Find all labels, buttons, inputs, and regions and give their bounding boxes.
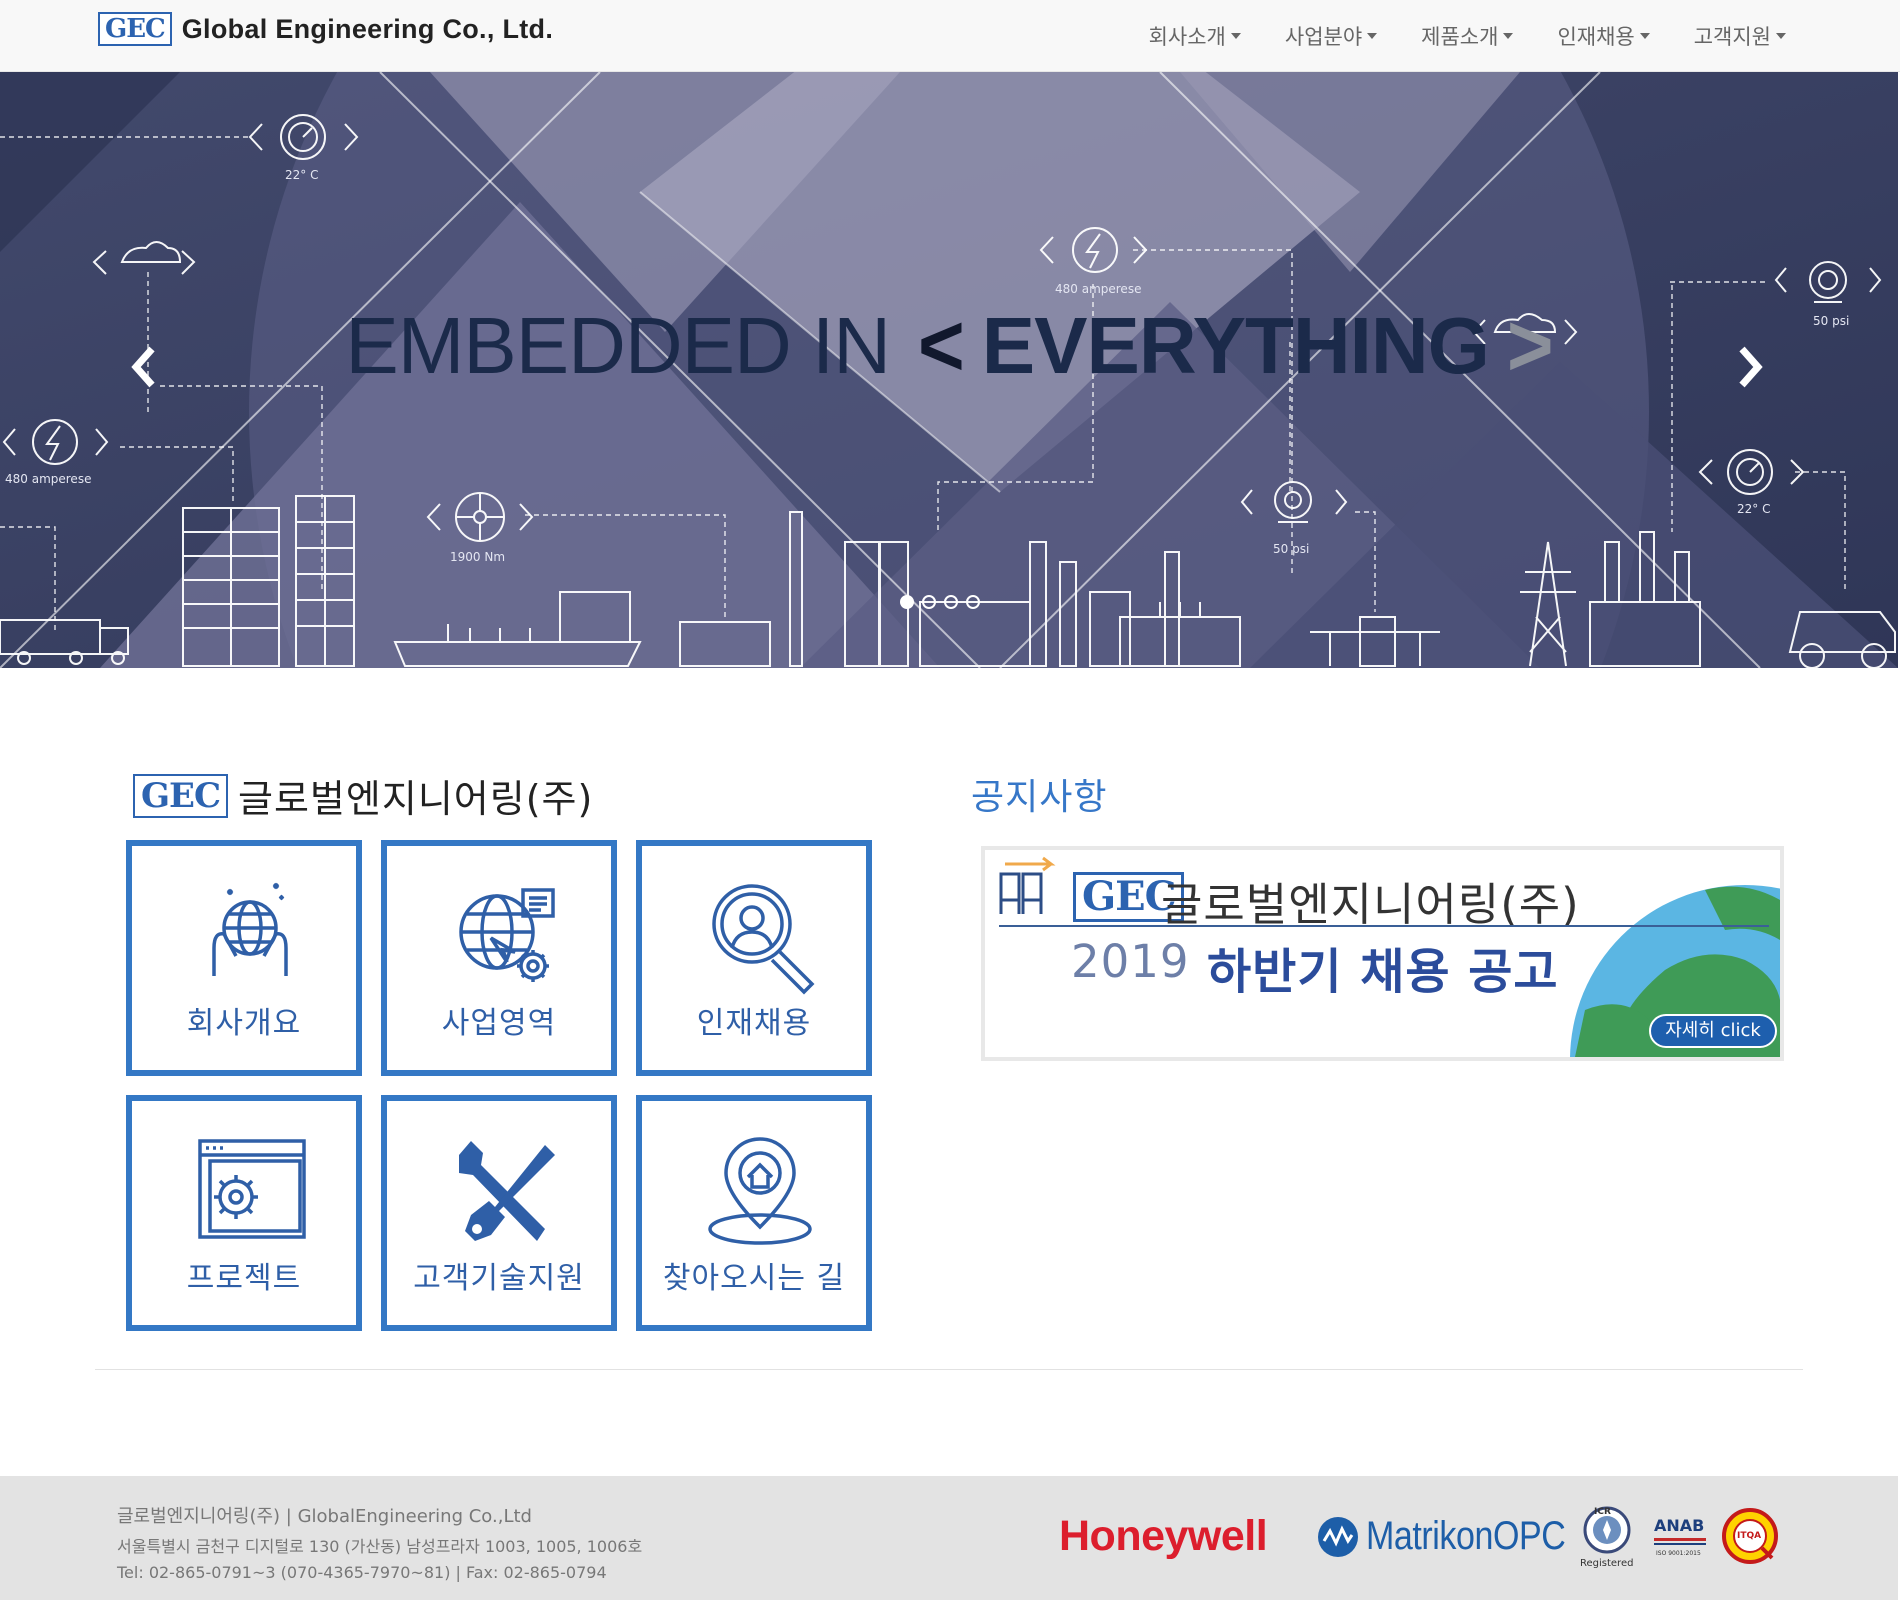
footer: 글로벌엔지니어링(주) | GlobalEngineering Co.,Ltd … xyxy=(0,1476,1898,1600)
carousel-indicator[interactable] xyxy=(944,595,958,609)
matrikon-logo[interactable]: MatrikonOPC xyxy=(1318,1514,1601,1559)
tile-tech-support[interactable]: 고객기술지원 xyxy=(381,1095,617,1331)
tile-careers-label: 인재채용 xyxy=(696,1006,812,1041)
hero-chevron-right-icon: > xyxy=(1506,296,1554,395)
hero-label-temp-right: 22° C xyxy=(1737,502,1771,516)
chevron-left-icon xyxy=(131,346,155,388)
anab-cert-badge: ANAB ISO 9001:2015 xyxy=(1652,1516,1708,1566)
caret-down-icon xyxy=(1503,33,1514,39)
tile-careers[interactable]: 인재채용 xyxy=(636,840,872,1076)
matrikon-text: MatrikonOPC xyxy=(1366,1514,1566,1558)
carousel-indicator[interactable] xyxy=(966,595,980,609)
icr-cert-badge: ICR Registered xyxy=(1580,1506,1634,1570)
caret-down-icon xyxy=(1639,33,1650,39)
icr-cert-label: Registered xyxy=(1580,1558,1634,1569)
hero-chevron-left-icon: < xyxy=(918,296,965,395)
hero-label-temp-top: 22° C xyxy=(285,168,319,182)
hero-label-amp-mid: 480 amperese xyxy=(1055,282,1142,296)
person-search-icon xyxy=(712,884,815,995)
menu-business-label: 사업분야 xyxy=(1284,25,1363,49)
project-gear-icon xyxy=(198,1139,306,1239)
banner-year: 2019 xyxy=(1071,935,1190,988)
caret-down-icon xyxy=(1776,33,1786,39)
company-heading: GEC 글로벌엔지니어링(주) xyxy=(133,768,593,823)
hero-headline-part1: EMBEDDED IN xyxy=(345,301,891,390)
tools-icon xyxy=(459,1141,555,1241)
hero-label-torque: 1900 Nm xyxy=(450,550,506,564)
honeywell-logo[interactable]: Honeywell xyxy=(1059,1512,1268,1561)
caret-down-icon xyxy=(1230,33,1241,39)
menu-company-label: 회사소개 xyxy=(1148,25,1226,49)
banner-details-button[interactable]: 자세히 click xyxy=(1649,1014,1777,1048)
menu-careers[interactable]: 인재채용 xyxy=(1535,0,1671,72)
tile-business-area[interactable]: 사업영역 xyxy=(381,840,617,1076)
matrikon-wave-icon xyxy=(1318,1516,1358,1557)
gec-logo: GEC xyxy=(98,12,172,46)
tile-company-overview[interactable]: 회사개요 xyxy=(126,840,362,1076)
recruitment-banner[interactable]: GEC 글로벌엔지니어링(주) 2019 하반기 채용 공고 자세히 click xyxy=(981,846,1784,1061)
location-pin-icon xyxy=(708,1137,812,1245)
icr-cert-top: ICR xyxy=(1594,1507,1611,1517)
hero-headline-part2: EVERYTHING xyxy=(981,301,1490,390)
menu-products[interactable]: 제품소개 xyxy=(1399,0,1535,72)
hero-label-pressure-mid: 50 psi xyxy=(1273,542,1310,556)
tile-projects[interactable]: 프로젝트 xyxy=(126,1095,362,1331)
menu-support-label: 고객지원 xyxy=(1693,25,1771,49)
menu-company[interactable]: 회사소개 xyxy=(1127,0,1263,72)
menu-support[interactable]: 고객지원 xyxy=(1672,0,1808,72)
tile-projects-label: 프로젝트 xyxy=(186,1261,302,1296)
brand-home-link[interactable]: GEC Global Engineering Co., Ltd. xyxy=(98,12,553,46)
globe-gear-icon xyxy=(459,888,555,982)
itqa-cert-top: ITQA xyxy=(1737,1531,1762,1541)
tile-directions-label: 찾아오시는 길 xyxy=(662,1261,846,1296)
anab-stripe-icon xyxy=(1654,1538,1706,1545)
globe-hands-icon xyxy=(212,882,288,976)
footer-company-name: 글로벌엔지니어링(주) | GlobalEngineering Co.,Ltd xyxy=(117,1506,532,1527)
caret-down-icon xyxy=(1367,33,1378,39)
carousel-indicator[interactable] xyxy=(900,595,914,609)
banner-divider xyxy=(999,925,1769,927)
hero-label-amp-left: 480 amperese xyxy=(5,472,92,486)
anab-cert-bottom: ISO 9001:2015 xyxy=(1656,1550,1701,1557)
hero-label-pressure-right: 50 psi xyxy=(1813,314,1850,328)
itqa-cert-badge: ITQA xyxy=(1722,1508,1778,1564)
menu-business[interactable]: 사업분야 xyxy=(1263,0,1399,72)
footer-contact: Tel: 02-865-0791~3 (070-4365-7970~81) | … xyxy=(117,1563,607,1582)
anab-cert-top: ANAB xyxy=(1654,1516,1705,1535)
carousel-indicator[interactable] xyxy=(922,595,936,609)
tile-company-overview-label: 회사개요 xyxy=(186,1006,302,1041)
hero-headline: EMBEDDED IN < EVERYTHING > xyxy=(0,297,1898,395)
menu-careers-label: 인재채용 xyxy=(1557,25,1635,49)
tile-directions[interactable]: 찾아오시는 길 xyxy=(636,1095,872,1331)
hero-carousel: EMBEDDED IN < EVERYTHING > 22° C 480 ampere… xyxy=(0,72,1898,668)
menu-products-label: 제품소개 xyxy=(1421,25,1499,49)
chevron-right-icon xyxy=(1739,346,1763,388)
banner-headline: 하반기 채용 공고 xyxy=(1207,944,1559,1000)
content-divider xyxy=(95,1369,1803,1370)
notice-title: 공지사항 xyxy=(971,777,1108,818)
tile-business-area-label: 사업영역 xyxy=(441,1006,557,1041)
company-name: 글로벌엔지니어링(주) xyxy=(238,777,594,821)
main-menu: 회사소개 사업분야 제품소개 인재채용 고객지원 xyxy=(1127,0,1808,72)
banner-company-name: 글로벌엔지니어링(주) xyxy=(1161,878,1580,931)
tile-tech-support-label: 고객기술지원 xyxy=(413,1261,585,1296)
top-navbar: GEC Global Engineering Co., Ltd. 회사소개 사업… xyxy=(0,0,1900,72)
carousel-indicators xyxy=(900,595,980,609)
footer-address: 서울특별시 금천구 디지털로 130 (가산동) 남성프라자 1003, 100… xyxy=(117,1537,643,1556)
gec-logo: GEC xyxy=(133,773,229,818)
brand-name: Global Engineering Co., Ltd. xyxy=(181,13,554,44)
